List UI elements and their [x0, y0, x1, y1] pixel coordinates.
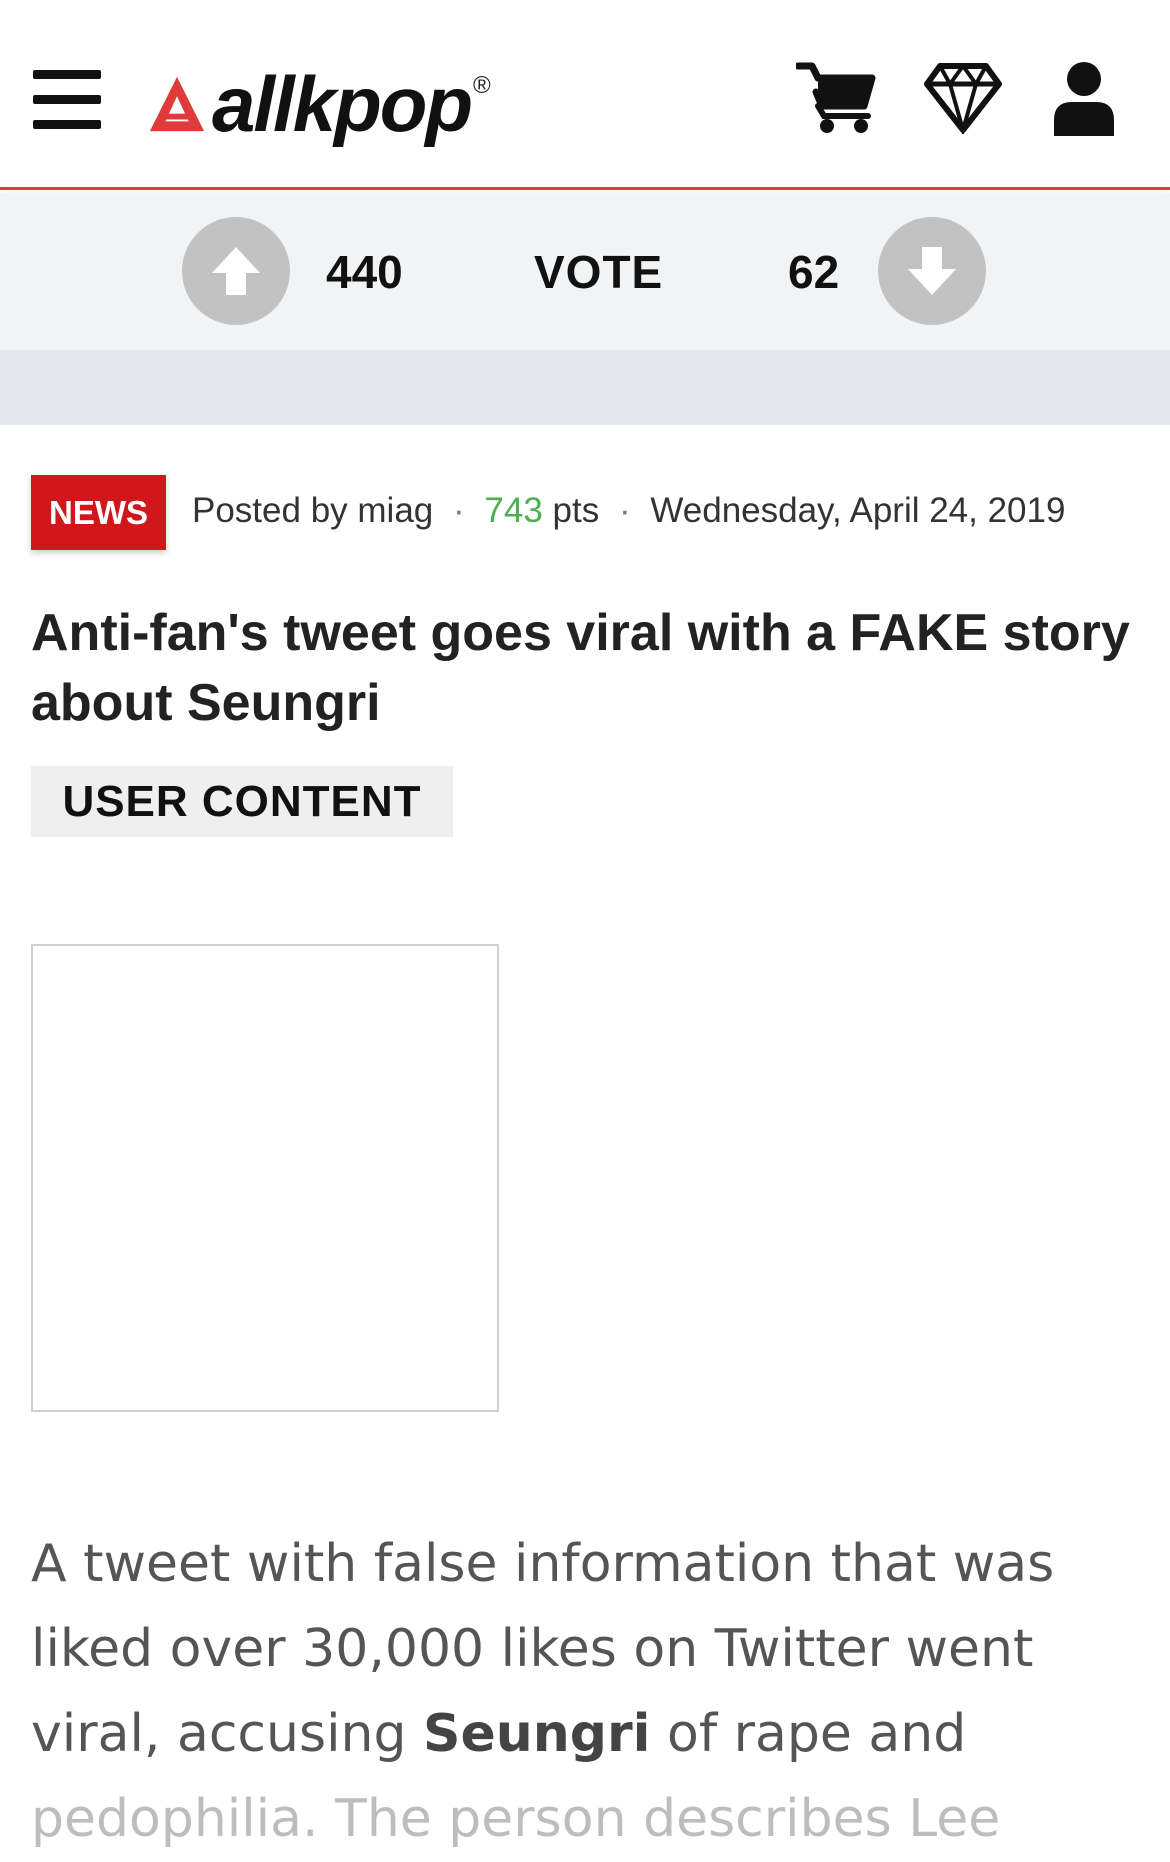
author-link[interactable]: miag [357, 491, 433, 530]
body-text-cutoff: pedophilia. The person describes Lee [31, 1789, 1001, 1849]
body-text-link-seungri[interactable]: Seungri [423, 1704, 650, 1764]
article-title: Anti-fan's tweet goes viral with a FAKE … [31, 604, 1130, 732]
arrow-down-icon [908, 247, 956, 295]
allkpop-logo-mark-icon [149, 76, 205, 132]
hamburger-menu-icon[interactable] [33, 70, 101, 130]
points-suffix: pts [552, 491, 600, 530]
article-body: A tweet with false information that was … [31, 1522, 1131, 1862]
user-account-icon[interactable] [1052, 60, 1116, 136]
upvote-button[interactable] [182, 217, 290, 325]
post-date: Wednesday, April 24, 2019 [650, 491, 1066, 530]
vote-bar-divider [0, 350, 1170, 425]
cart-icon[interactable] [796, 60, 876, 134]
gem-icon[interactable] [924, 62, 1002, 134]
post-meta: Posted by miag · 743 pts · Wednesday, Ap… [192, 491, 1065, 531]
upvote-count: 440 [326, 246, 403, 298]
downvote-button[interactable] [878, 217, 986, 325]
posted-by-label: Posted by [192, 491, 348, 530]
downvote-count: 62 [788, 246, 840, 298]
logo-text: allkpop [212, 60, 473, 148]
registered-mark: ® [473, 72, 491, 99]
article-image [31, 944, 499, 1412]
body-text-continued: of rape and [650, 1704, 967, 1764]
arrow-up-icon [212, 247, 260, 295]
site-header: allkpop ® [0, 0, 1170, 190]
meta-separator: · [453, 491, 465, 530]
user-content-badge: USER CONTENT [31, 766, 453, 837]
author-points: 743 [484, 491, 543, 530]
site-logo[interactable]: allkpop ® [148, 54, 491, 154]
category-badge-news[interactable]: NEWS [31, 475, 166, 550]
meta-separator: · [618, 491, 631, 530]
vote-bar: 440 VOTE 62 [0, 193, 1170, 350]
vote-label: VOTE [534, 246, 664, 298]
